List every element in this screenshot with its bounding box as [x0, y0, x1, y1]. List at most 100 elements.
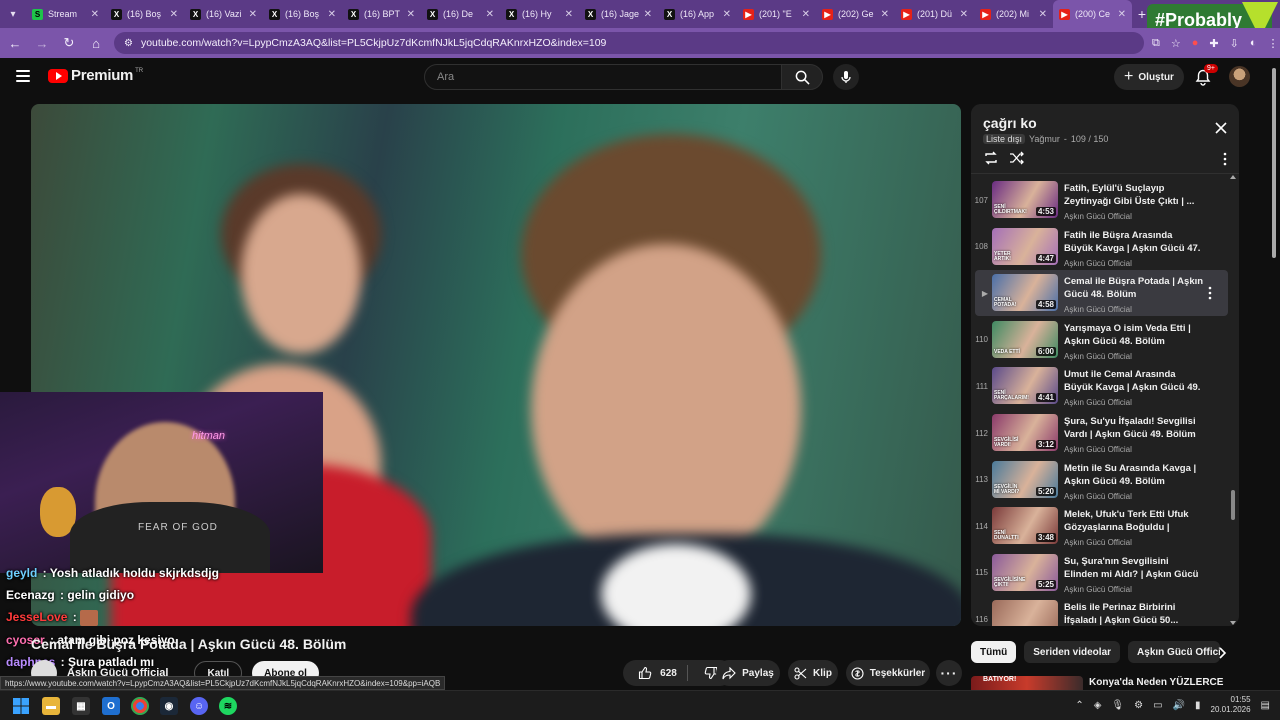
notification-center-icon[interactable]: ▤: [1261, 700, 1270, 711]
user-avatar[interactable]: [1229, 66, 1250, 87]
playlist-item-thumbnail[interactable]: VEDA ETTİ 6:00: [992, 320, 1058, 358]
browser-tab[interactable]: X (16) Boş ✕: [105, 0, 184, 28]
menu-icon[interactable]: [16, 70, 30, 82]
filter-chip[interactable]: Aşkın Gücü Official ar: [1128, 641, 1221, 663]
playlist-item[interactable]: 115 SEVGİLİSİNE ÇIKTI! 5:25 Su, Şura'nın Se…: [975, 550, 1228, 596]
browser-tab[interactable]: X (16) BPT ✕: [342, 0, 421, 28]
tab-search-icon[interactable]: ▾: [0, 0, 26, 28]
playlist-item-title[interactable]: Melek, Ufuk'u Terk Etti Ufuk Gözyaşların…: [1064, 508, 1204, 534]
playlist-item[interactable]: 112 SEVGİLİSİ VARDI! 3:12 Şura, Su'yu İfşal…: [975, 410, 1228, 456]
url-bar[interactable]: ⚙ youtube.com/watch?v=LpypCmzA3AQ&list=P…: [114, 32, 1144, 54]
playlist-item[interactable]: 107 SENİ ÇILDIRTMAK! 4:53 Fatih, Eylül'ü Su…: [975, 177, 1228, 223]
browser-tab[interactable]: X (16) Boş ✕: [263, 0, 342, 28]
playlist-item-title[interactable]: Yarışmaya O isim Veda Etti | Aşkın Gücü …: [1064, 322, 1204, 348]
browser-tab[interactable]: ▶ (201) "E ✕: [737, 0, 816, 28]
playlist-item-thumbnail[interactable]: SEVGİLİSİ VARDI! 3:12: [992, 414, 1058, 451]
playlist-item-thumbnail[interactable]: CEMAL POTADA! 4:58: [992, 274, 1058, 312]
playlist-item[interactable]: 116 4:26Belis ile Perinaz Birbirini İfşal…: [975, 596, 1228, 626]
tray-mic-icon[interactable]: 🎙: [1111, 700, 1124, 711]
browser-tab[interactable]: X (16) De ✕: [421, 0, 500, 28]
site-info-icon[interactable]: ⚙: [124, 38, 133, 49]
search-button[interactable]: [781, 64, 823, 90]
tab-close-icon[interactable]: ✕: [249, 9, 257, 20]
tray-chevron-icon[interactable]: ⌃: [1075, 700, 1083, 711]
browser-tab[interactable]: X (16) App ✕: [658, 0, 737, 28]
playlist-item[interactable]: 113 SEVGİLİN Mİ VARDI? 5:20 Metin ile Su Ar…: [975, 457, 1228, 503]
page-scroll-thumb[interactable]: [1272, 68, 1276, 258]
playlist-item-thumbnail[interactable]: SEVGİLİN Mİ VARDI? 5:20: [992, 460, 1058, 498]
playlist-item-channel[interactable]: Aşkın Gücü Official: [1064, 352, 1204, 361]
download-icon[interactable]: ⇩: [1230, 37, 1239, 50]
tab-close-icon[interactable]: ✕: [328, 9, 336, 20]
playlist-item-title[interactable]: Belis ile Perinaz Birbirini İfşaladı | A…: [1064, 601, 1204, 626]
share-button[interactable]: Paylaş: [716, 660, 780, 686]
next-video-title[interactable]: Konya'da Neden YÜZLERCE: [1089, 677, 1223, 688]
playlist-item-current[interactable]: ▶ CEMAL POTADA! 4:58 Cemal ile Büşra Potada…: [975, 270, 1228, 317]
item-menu-icon[interactable]: [1208, 286, 1212, 300]
voice-search-button[interactable]: [833, 64, 859, 90]
discord-icon[interactable]: ☺: [190, 697, 208, 715]
playlist-owner[interactable]: Yağmur: [1029, 134, 1060, 144]
spotify-icon[interactable]: ≋: [219, 697, 237, 715]
create-button[interactable]: + Oluştur: [1114, 64, 1184, 90]
playlist-item-channel[interactable]: Aşkın Gücü Official: [1064, 492, 1204, 501]
playlist-item-channel[interactable]: Aşkın Gücü Official: [1064, 538, 1204, 547]
browser-tab[interactable]: ▶ (201) Dü ✕: [895, 0, 974, 28]
chevron-right-icon[interactable]: [1214, 645, 1230, 661]
notifications-button[interactable]: 9+: [1192, 64, 1218, 88]
search-input[interactable]: Ara: [424, 64, 782, 90]
playlist-item-title[interactable]: Fatih, Eylül'ü Suçlayıp Zeytinyağı Gibi …: [1064, 182, 1204, 208]
profile-icon[interactable]: ◐: [1250, 37, 1257, 49]
playlist-item-thumbnail[interactable]: SENİ PARÇALARIM! 4:41: [992, 367, 1058, 405]
browser-tab[interactable]: S Stream ✕: [26, 0, 105, 28]
tab-close-icon[interactable]: ✕: [1039, 9, 1047, 20]
tab-close-icon[interactable]: ✕: [170, 9, 178, 20]
browser-tab[interactable]: ▶ (200) Ce ✕: [1053, 0, 1132, 28]
playlist-item-thumbnail[interactable]: SENİ DUNALTTI 3:48: [992, 507, 1058, 545]
youtube-premium-logo[interactable]: Premium TR: [48, 67, 143, 84]
playlist-item-channel[interactable]: Aşkın Gücü Official: [1064, 212, 1204, 221]
battery-icon[interactable]: ▮: [1195, 700, 1201, 711]
loop-icon[interactable]: [983, 150, 999, 166]
playlist-item[interactable]: 114 SENİ DUNALTTI 3:48 Melek, Ufuk'u Terk E…: [975, 503, 1228, 549]
playlist-item-channel[interactable]: Aşkın Gücü Official: [1064, 585, 1204, 594]
playlist-item-channel[interactable]: Aşkın Gücü Official: [1064, 305, 1204, 314]
playlist-item-title[interactable]: Su, Şura'nın Sevgilisini Elinden mi Aldı…: [1064, 555, 1204, 581]
playlist-item-channel[interactable]: Aşkın Gücü Official: [1064, 445, 1204, 454]
home-icon[interactable]: ⌂: [84, 31, 108, 55]
like-button[interactable]: 628: [638, 665, 688, 681]
scroll-up-icon[interactable]: [1230, 174, 1236, 180]
playlist-item[interactable]: 108 YETER ARTIK! 4:47 Fatih ile Büşra Arası…: [975, 224, 1228, 270]
tray-app-icon[interactable]: ◈: [1094, 700, 1102, 711]
playlist-item-title[interactable]: Fatih ile Büşra Arasında Büyük Kavga | A…: [1064, 229, 1204, 255]
tray-settings-icon[interactable]: ⚙: [1134, 700, 1143, 711]
tab-close-icon[interactable]: ✕: [723, 9, 731, 20]
browser-tab[interactable]: ▶ (202) Mi ✕: [974, 0, 1053, 28]
playlist-item-title[interactable]: Umut ile Cemal Arasında Büyük Kavga | Aş…: [1064, 368, 1204, 394]
tab-close-icon[interactable]: ✕: [1118, 9, 1126, 20]
scroll-down-icon[interactable]: [1230, 620, 1236, 626]
tab-close-icon[interactable]: ✕: [881, 9, 889, 20]
more-actions-button[interactable]: ···: [936, 660, 962, 686]
puzzle-icon[interactable]: ✚: [1209, 37, 1218, 50]
browser-tab[interactable]: ▶ (202) Ge ✕: [816, 0, 895, 28]
playlist-item-title[interactable]: Metin ile Su Arasında Kavga | Aşkın Gücü…: [1064, 462, 1204, 488]
thanks-button[interactable]: Teşekkürler: [846, 660, 930, 686]
tab-close-icon[interactable]: ✕: [91, 9, 99, 20]
install-icon[interactable]: ⧉: [1152, 37, 1160, 50]
playlist-item-thumbnail[interactable]: YETER ARTIK! 4:47: [992, 227, 1058, 265]
outlook-icon[interactable]: O: [102, 697, 120, 715]
playlist-title[interactable]: çağrı ko: [983, 115, 1037, 131]
bookmark-star-icon[interactable]: ☆: [1171, 37, 1181, 50]
extension-icon[interactable]: ●: [1192, 37, 1199, 49]
playlist-item-channel[interactable]: Aşkın Gücü Official: [1064, 259, 1204, 268]
forward-icon[interactable]: →: [30, 31, 54, 55]
filter-chip[interactable]: Tümü: [971, 641, 1017, 663]
playlist-item-title[interactable]: Şura, Su'yu İfşaladı! Sevgilisi Vardı | …: [1064, 415, 1204, 441]
filter-chip[interactable]: Seriden videolar: [1024, 641, 1121, 663]
playlist-item[interactable]: 110 VEDA ETTİ 6:00 Yarışmaya O isim Veda Et…: [975, 317, 1228, 363]
taskbar-clock[interactable]: 01:55 20.01.2026: [1211, 695, 1251, 715]
playlist-item-thumbnail[interactable]: 4:26: [992, 600, 1058, 626]
tab-close-icon[interactable]: ✕: [960, 9, 968, 20]
file-explorer-icon[interactable]: ▬: [42, 697, 60, 715]
